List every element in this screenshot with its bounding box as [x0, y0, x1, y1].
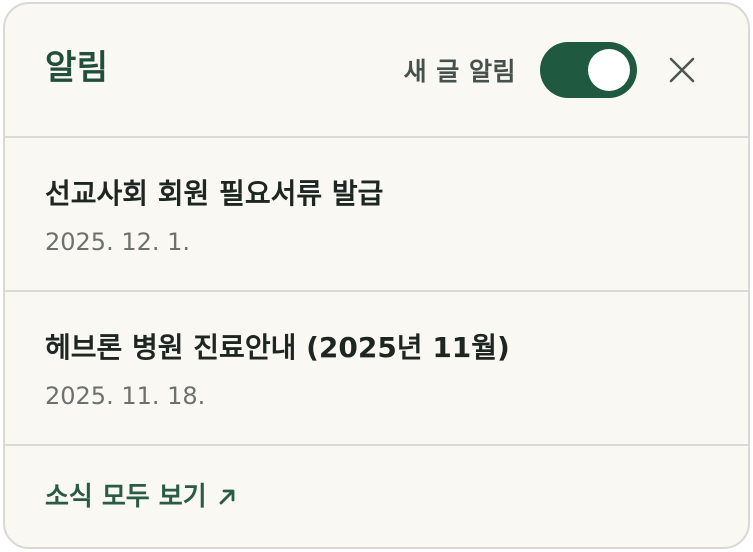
view-all-news-link[interactable]: 소식 모두 보기	[45, 480, 237, 514]
close-icon	[669, 57, 695, 83]
notification-title: 선교사회 회원 필요서류 발급	[45, 177, 384, 210]
notification-date: 2025. 12. 1.	[45, 228, 191, 256]
notification-item[interactable]: 선교사회 회원 필요서류 발급 2025. 12. 1.	[5, 138, 748, 292]
panel-header: 알림 새 글 알림	[5, 4, 748, 138]
toggle-label: 새 글 알림	[403, 57, 516, 86]
notification-panel: 알림 새 글 알림 선교사회 회원 필요서류 발급 2025. 12. 1. 헤…	[3, 2, 750, 549]
panel-title: 알림	[45, 48, 109, 88]
new-post-alert-control: 새 글 알림	[404, 42, 702, 98]
notification-title: 헤브론 병원 진료안내 (2025년 11월)	[45, 331, 510, 364]
arrow-up-right-icon	[219, 489, 235, 505]
new-post-alert-toggle[interactable]	[540, 42, 637, 98]
notification-item[interactable]: 헤브론 병원 진료안내 (2025년 11월) 2025. 11. 18.	[5, 292, 748, 446]
close-button[interactable]	[662, 50, 702, 90]
toggle-knob	[588, 49, 630, 91]
notification-date: 2025. 11. 18.	[45, 382, 206, 410]
view-all-news-label: 소식 모두 보기	[45, 482, 207, 512]
